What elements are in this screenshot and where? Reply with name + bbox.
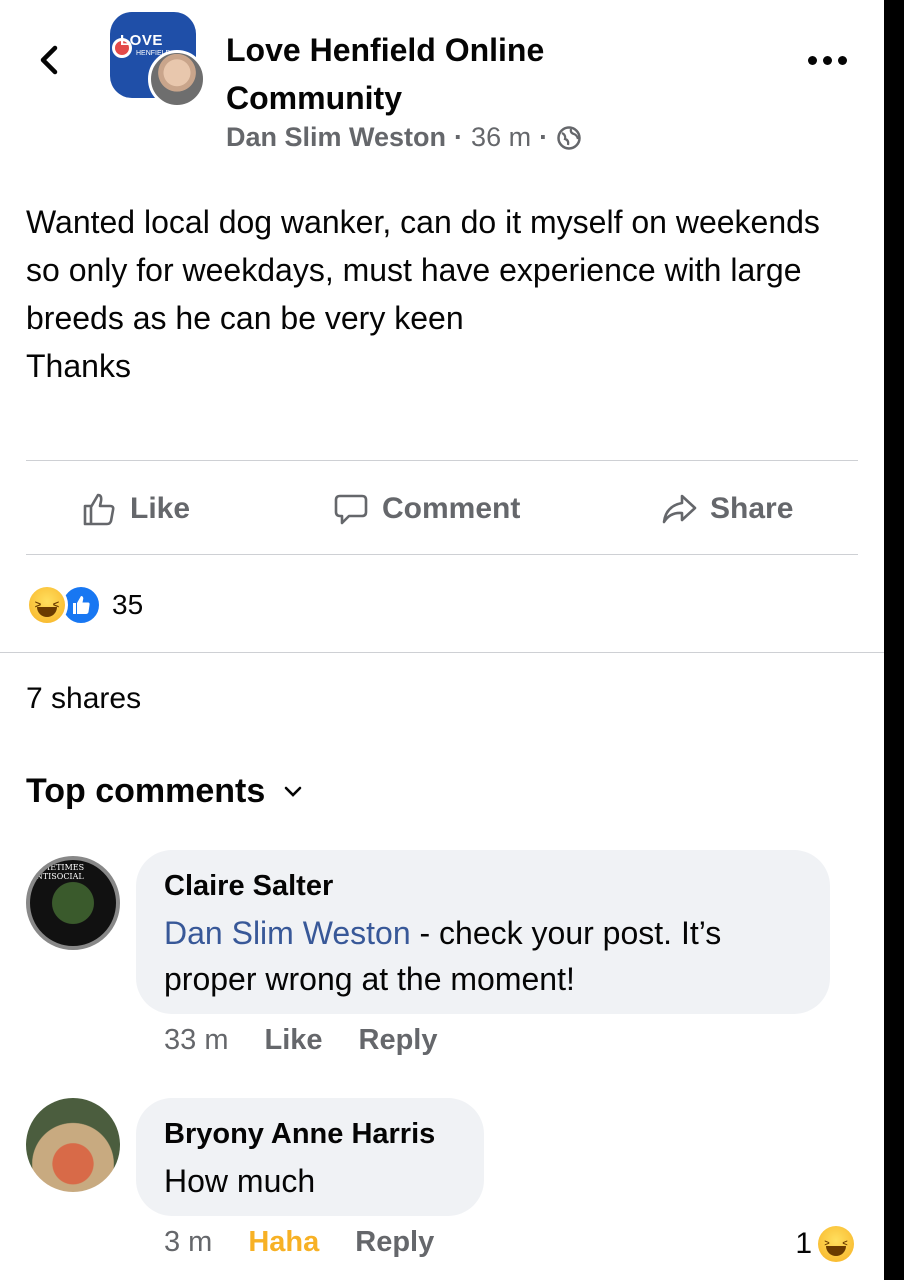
comments-sort-label: Top comments	[26, 772, 266, 810]
comment-icon	[334, 494, 368, 525]
comment-text: How much	[164, 1163, 316, 1199]
shares-count[interactable]: 7 shares	[26, 682, 141, 716]
commenter-name[interactable]: Bryony Anne Harris	[164, 1116, 456, 1152]
comment-meta: 33 m Like Reply	[164, 1024, 438, 1057]
commenter-avatar[interactable]: SOMETIMES ANTISOCIAL	[26, 856, 120, 950]
comment-reaction-count: 1	[795, 1227, 812, 1260]
comment-button[interactable]: Comment	[332, 470, 520, 548]
globe-icon	[557, 125, 581, 150]
share-arrow-icon	[662, 494, 697, 524]
post-screen: LOVE HENFIELD Love Henfield Online Commu…	[0, 0, 884, 1280]
comments-sort-dropdown[interactable]: Top comments	[26, 772, 303, 811]
commenter-name[interactable]: Claire Salter	[164, 868, 802, 904]
post-meta: Dan Slim Weston · 36 m ·	[226, 122, 582, 153]
comment-time[interactable]: 3 m	[164, 1226, 212, 1259]
meta-separator: ·	[454, 122, 464, 152]
reaction-count: 35	[112, 589, 144, 620]
thumbs-up-icon	[83, 493, 115, 526]
post-text: Wanted local dog wanker, can do it mysel…	[26, 204, 820, 384]
share-label: Share	[710, 492, 794, 525]
back-chevron-icon[interactable]	[30, 40, 70, 80]
more-options-icon[interactable]	[808, 50, 850, 70]
mention-link[interactable]: Dan Slim Weston	[164, 915, 411, 951]
like-button[interactable]: Like	[80, 470, 190, 548]
comment-meta: 3 m Haha Reply	[164, 1226, 434, 1259]
comment-time[interactable]: 33 m	[164, 1024, 228, 1057]
haha-reaction-icon: > <	[26, 584, 68, 626]
divider	[26, 460, 858, 461]
author-avatar[interactable]	[148, 50, 206, 108]
comment-text: Dan Slim Weston - check your post. It’s …	[164, 910, 802, 1002]
comment-like-button[interactable]: Like	[264, 1024, 322, 1057]
comment-bubble: Bryony Anne Harris How much	[136, 1098, 484, 1216]
group-logo-text: LOVE	[120, 32, 163, 49]
comment-reaction-summary[interactable]: 1 > <	[795, 1226, 854, 1262]
post-time[interactable]: 36 m	[471, 122, 531, 153]
action-bar: Like Comment Share	[26, 470, 858, 548]
share-button[interactable]: Share	[660, 470, 793, 548]
reaction-summary[interactable]: > < 35	[26, 584, 143, 626]
chevron-down-icon	[284, 786, 302, 797]
haha-reaction-icon: > <	[818, 1226, 854, 1262]
comment-bubble: Claire Salter Dan Slim Weston - check yo…	[136, 850, 830, 1014]
like-label: Like	[130, 492, 191, 525]
comment-label: Comment	[382, 492, 521, 525]
commenter-avatar[interactable]	[26, 1098, 120, 1192]
comment-reply-button[interactable]: Reply	[355, 1226, 434, 1259]
divider	[26, 554, 858, 555]
meta-separator: ·	[539, 122, 549, 152]
comment-reply-button[interactable]: Reply	[359, 1024, 438, 1057]
comment-haha-button[interactable]: Haha	[248, 1226, 319, 1259]
avatar-badge-text: SOMETIMES ANTISOCIAL	[30, 863, 85, 881]
divider	[0, 652, 884, 653]
author-name[interactable]: Dan Slim Weston	[226, 122, 446, 153]
group-name[interactable]: Love Henfield Online Community	[226, 26, 646, 122]
